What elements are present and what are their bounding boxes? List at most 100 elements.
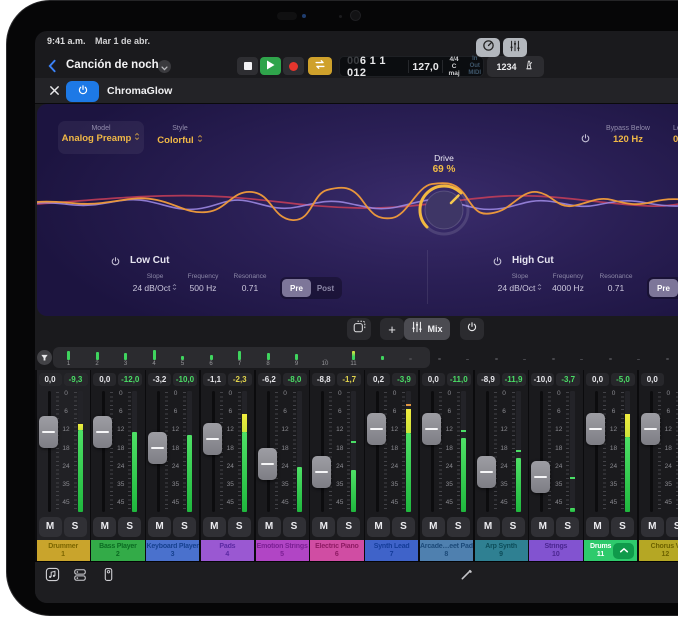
mute-button[interactable]: M [531,517,554,537]
volume-value[interactable]: 0,0 [422,373,445,386]
solo-button[interactable]: S [118,517,141,537]
solo-button[interactable]: S [666,517,678,537]
pre-button[interactable]: Pre [649,279,678,297]
mute-button[interactable]: M [477,517,500,537]
fader-handle[interactable] [93,416,112,448]
filter-button[interactable] [37,350,52,365]
track-tile[interactable]: Pads 4 [201,540,254,561]
controls-view-button[interactable] [476,38,500,57]
mix-button[interactable]: Mix [404,318,450,340]
fader-handle[interactable] [641,413,660,445]
solo-button[interactable]: S [173,517,196,537]
solo-button[interactable]: S [447,517,470,537]
track-tile[interactable]: Strings 10 [529,540,582,561]
channel-power-button[interactable] [460,318,484,340]
solo-button[interactable]: S [556,517,579,537]
bypass-power-icon[interactable] [580,131,591,149]
copy-button[interactable] [347,318,371,340]
volume-value[interactable]: -1,1 [203,373,226,386]
mute-button[interactable]: M [39,517,62,537]
high-cut-power-icon[interactable] [492,254,503,272]
volume-value[interactable]: 0,0 [39,373,62,386]
track-tile[interactable]: Bass Player 2 [91,540,144,561]
mute-button[interactable]: M [203,517,226,537]
volume-value[interactable]: -10,0 [531,373,554,386]
fader-handle[interactable] [39,416,58,448]
fader-handle[interactable] [586,413,605,445]
track-tile[interactable]: Arcade…eet Pad 8 [420,540,473,561]
fader-handle[interactable] [367,413,386,445]
volume-value[interactable]: -6,2 [258,373,281,386]
high-cut-resonance[interactable]: Resonance 0.71 [588,273,644,293]
solo-button[interactable]: S [228,517,251,537]
library-button[interactable] [43,568,61,586]
volume-value[interactable]: 0,2 [367,373,390,386]
solo-button[interactable]: S [64,517,87,537]
browser-button[interactable] [71,568,89,586]
solo-button[interactable]: S [611,517,634,537]
mute-button[interactable]: M [148,517,171,537]
mute-button[interactable]: M [312,517,335,537]
track-tile[interactable]: Arp Synth 9 [475,540,528,561]
bypass-control[interactable]: Bypass Below 120 Hz [592,125,664,145]
drive-knob[interactable] [412,178,476,242]
level-control[interactable]: Level 0.0 [673,125,678,145]
fader-handle[interactable] [203,423,222,455]
track-tile[interactable]: Drums 11 [584,540,637,561]
record-button[interactable] [283,57,304,75]
back-button[interactable] [47,59,59,73]
chevron-up-button[interactable] [613,543,634,559]
fader-handle[interactable] [312,456,331,488]
low-cut-power-icon[interactable] [110,254,121,272]
track-tile[interactable]: Drummer 1 [37,540,90,561]
lcd-display[interactable]: 006 1 1 012 127,0 4/4 C maj In Out MIDI [339,56,484,77]
volume-value[interactable]: 0,0 [641,373,664,386]
style-select[interactable]: Style Colorful [145,125,215,146]
volume-value[interactable]: -8,8 [312,373,335,386]
fader-handle[interactable] [477,456,496,488]
solo-button[interactable]: S [283,517,306,537]
plugin-panel-button[interactable] [99,568,117,586]
meter-fill [516,458,521,512]
model-select[interactable]: Model Analog Preamp [58,121,144,154]
track-tile[interactable]: Emotion Strings 5 [256,540,309,561]
count-in-button[interactable]: 1234 [487,56,544,77]
track-tile[interactable]: Synth Lead 7 [365,540,418,561]
post-button[interactable]: Post [311,279,340,297]
plugin-power-button[interactable] [66,81,99,102]
solo-button[interactable]: S [392,517,415,537]
play-button[interactable] [260,57,281,75]
track-tile[interactable]: Chorus V 12 [639,540,678,561]
pre-button[interactable]: Pre [282,279,311,297]
solo-button[interactable]: S [337,517,360,537]
volume-value[interactable]: 0,0 [93,373,116,386]
bridge-meter [666,349,670,368]
add-plugin-button[interactable]: + [380,318,404,340]
fader-handle[interactable] [148,432,167,464]
mute-button[interactable]: M [422,517,445,537]
mute-button[interactable]: M [586,517,609,537]
track-tile[interactable]: Keyboard Player 3 [146,540,199,561]
close-button[interactable] [47,83,61,97]
fader-handle[interactable] [531,461,550,493]
edit-button[interactable] [457,568,475,586]
fader-handle[interactable] [422,413,441,445]
bridge-meter: 8 [267,349,271,368]
solo-button[interactable]: S [502,517,525,537]
volume-value[interactable]: 0,0 [586,373,609,386]
low-cut-resonance[interactable]: Resonance 0.71 [222,273,278,293]
stop-button[interactable] [237,57,258,75]
volume-value[interactable]: -3,2 [148,373,171,386]
cycle-button[interactable] [308,57,332,75]
mute-button[interactable]: M [93,517,116,537]
song-menu-button[interactable] [158,60,171,73]
fader-handle[interactable] [258,448,277,480]
track-tile[interactable]: Electric Piano 6 [310,540,363,561]
song-title[interactable]: Canción de noche [66,59,165,71]
faders-view-button[interactable] [503,38,527,57]
volume-value[interactable]: -8,9 [477,373,500,386]
mute-button[interactable]: M [367,517,390,537]
mute-button[interactable]: M [641,517,664,537]
mute-button[interactable]: M [258,517,281,537]
meter-bridge[interactable]: 1234567891011 [35,347,678,369]
